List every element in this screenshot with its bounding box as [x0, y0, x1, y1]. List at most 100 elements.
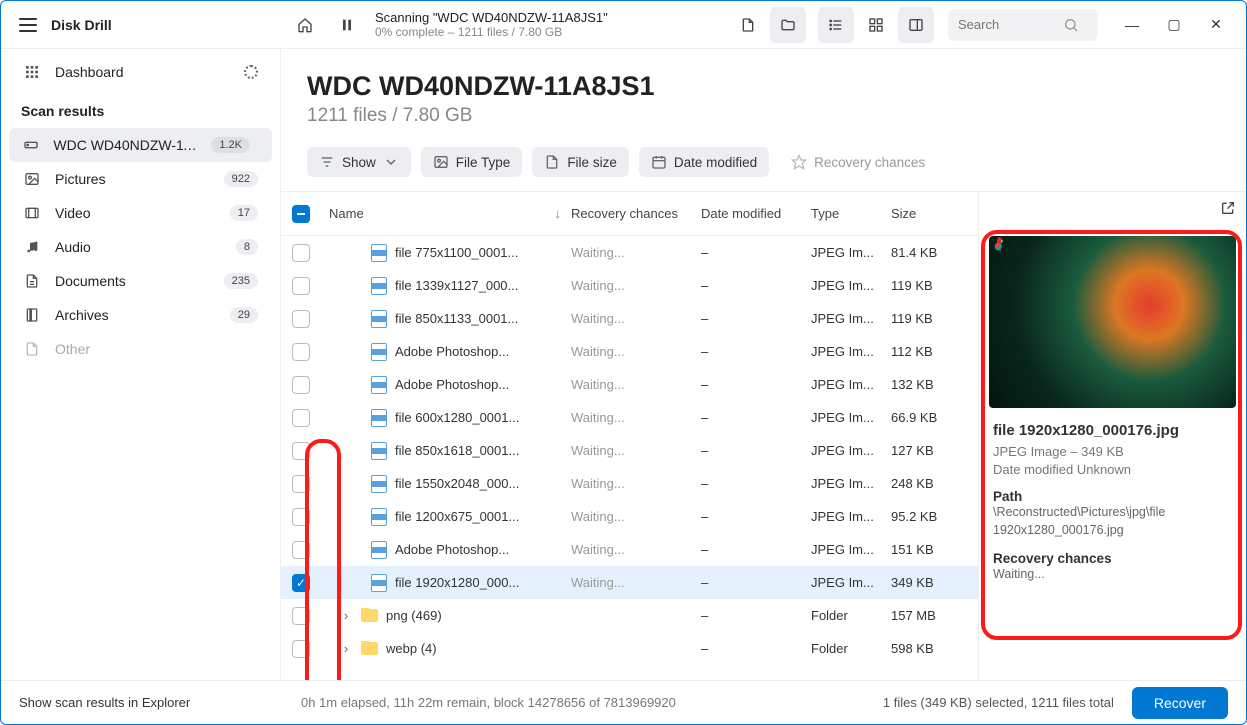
heading: WDC WD40NDZW-11A8JS1 1211 files / 7.80 G… — [281, 49, 1246, 139]
cell-size: 66.9 KB — [891, 410, 971, 425]
show-filter[interactable]: Show — [307, 147, 411, 177]
sidebar-item-pictures[interactable]: Pictures922 — [1, 162, 280, 196]
pause-button[interactable] — [329, 7, 365, 43]
table-row[interactable]: Adobe Photoshop...Waiting...–JPEG Im...1… — [281, 533, 978, 566]
sidebar-item-documents[interactable]: Documents235 — [1, 264, 280, 298]
table-row[interactable]: file 775x1100_0001...Waiting...–JPEG Im.… — [281, 236, 978, 269]
home-button[interactable] — [287, 7, 323, 43]
file-name: file 600x1280_0001... — [395, 410, 519, 425]
table-row[interactable]: file 1200x675_0001...Waiting...–JPEG Im.… — [281, 500, 978, 533]
row-checkbox[interactable] — [292, 409, 310, 427]
col-size-header[interactable]: Size — [891, 206, 971, 221]
sidebar-item-audio[interactable]: Audio8 — [1, 230, 280, 264]
recover-button[interactable]: Recover — [1132, 687, 1228, 719]
sort-icon[interactable]: ↓ — [555, 206, 562, 221]
maximize-button[interactable]: ▢ — [1154, 9, 1194, 41]
preview-modified: Date modified Unknown — [993, 462, 1232, 477]
minimize-button[interactable]: — — [1112, 9, 1152, 41]
file-icon — [371, 310, 387, 328]
table-row[interactable]: file 600x1280_0001...Waiting...–JPEG Im.… — [281, 401, 978, 434]
expand-icon[interactable]: › — [339, 608, 353, 623]
cell-size: 151 KB — [891, 542, 971, 557]
table-row[interactable]: ›png (469)–Folder157 MB — [281, 599, 978, 632]
search-box[interactable] — [948, 9, 1098, 41]
row-checkbox[interactable] — [292, 508, 310, 526]
col-name-header[interactable]: Name — [329, 206, 364, 221]
row-checkbox[interactable] — [292, 607, 310, 625]
sidebar-icon — [23, 137, 39, 153]
grid-view-icon[interactable] — [858, 7, 894, 43]
select-all-checkbox[interactable] — [292, 205, 310, 223]
sidebar-item-archives[interactable]: Archives29 — [1, 298, 280, 332]
folder-view-icon[interactable] — [770, 7, 806, 43]
sidebar-item-other[interactable]: Other — [1, 332, 280, 366]
table-row[interactable]: file 850x1618_0001...Waiting...–JPEG Im.… — [281, 434, 978, 467]
row-checkbox[interactable] — [292, 244, 310, 262]
sidebar-icon — [23, 273, 41, 289]
dashboard-icon — [23, 64, 41, 80]
cell-date: – — [701, 542, 811, 557]
filter-icon — [319, 154, 335, 170]
sidebar-badge: 17 — [230, 205, 258, 221]
table-row[interactable]: Adobe Photoshop...Waiting...–JPEG Im...1… — [281, 368, 978, 401]
list-view-icon[interactable] — [818, 7, 854, 43]
row-checkbox[interactable]: ✓ — [292, 574, 310, 592]
cell-date: – — [701, 377, 811, 392]
new-file-icon[interactable] — [730, 7, 766, 43]
open-external-icon[interactable] — [1220, 200, 1236, 221]
table-row[interactable]: ›webp (4)–Folder598 KB — [281, 632, 978, 665]
footer-selection: 1 files (349 KB) selected, 1211 files to… — [883, 695, 1114, 710]
image-icon — [433, 154, 449, 170]
table-row[interactable]: file 1339x1127_000...Waiting...–JPEG Im.… — [281, 269, 978, 302]
sidebar-item-wdc-wd-ndzw-a-[interactable]: WDC WD40NDZW-11A...1.2K — [9, 128, 272, 162]
show-in-explorer-link[interactable]: Show scan results in Explorer — [19, 695, 190, 710]
table-row[interactable]: Adobe Photoshop...Waiting...–JPEG Im...1… — [281, 335, 978, 368]
file-list[interactable]: Name ↓ Recovery chances Date modified Typ… — [281, 192, 978, 680]
row-checkbox[interactable] — [292, 376, 310, 394]
file-icon — [371, 442, 387, 460]
row-checkbox[interactable] — [292, 310, 310, 328]
row-checkbox[interactable] — [292, 343, 310, 361]
sidebar-dashboard[interactable]: Dashboard — [1, 55, 280, 89]
cell-recovery: Waiting... — [571, 245, 701, 260]
sidebar-icon — [23, 341, 41, 357]
file-size-filter[interactable]: File size — [532, 147, 629, 177]
preview-recovery-label: Recovery chances — [993, 551, 1232, 566]
row-checkbox[interactable] — [292, 475, 310, 493]
date-modified-filter[interactable]: Date modified — [639, 147, 769, 177]
panel-view-icon[interactable] — [898, 7, 934, 43]
recovery-chances-filter[interactable]: Recovery chances — [779, 147, 937, 177]
hamburger-icon[interactable] — [19, 18, 37, 32]
file-type-filter[interactable]: File Type — [421, 147, 523, 177]
file-name: Adobe Photoshop... — [395, 542, 509, 557]
row-checkbox[interactable] — [292, 541, 310, 559]
search-input[interactable] — [958, 17, 1063, 32]
col-type-header[interactable]: Type — [811, 206, 891, 221]
close-button[interactable]: ✕ — [1196, 9, 1236, 41]
row-checkbox[interactable] — [292, 277, 310, 295]
sidebar-item-label: Pictures — [55, 171, 106, 187]
table-row[interactable]: file 850x1133_0001...Waiting...–JPEG Im.… — [281, 302, 978, 335]
cell-size: 112 KB — [891, 344, 971, 359]
folder-icon — [361, 642, 378, 655]
cell-size: 95.2 KB — [891, 509, 971, 524]
search-icon — [1063, 17, 1079, 33]
row-checkbox[interactable] — [292, 640, 310, 658]
cell-type: JPEG Im... — [811, 410, 891, 425]
sidebar-item-video[interactable]: Video17 — [1, 196, 280, 230]
sidebar-item-label: Archives — [55, 307, 109, 323]
col-date-header[interactable]: Date modified — [701, 206, 811, 221]
table-row[interactable]: file 1550x2048_000...Waiting...–JPEG Im.… — [281, 467, 978, 500]
file-icon — [544, 154, 560, 170]
folder-icon — [361, 609, 378, 622]
table-row[interactable]: ✓file 1920x1280_000...Waiting...–JPEG Im… — [281, 566, 978, 599]
col-recovery-header[interactable]: Recovery chances — [571, 206, 701, 221]
sidebar-icon — [23, 307, 41, 323]
row-checkbox[interactable] — [292, 442, 310, 460]
file-name: file 1339x1127_000... — [395, 278, 518, 293]
page-subtitle: 1211 files / 7.80 GB — [307, 105, 1220, 127]
file-name: Adobe Photoshop... — [395, 344, 509, 359]
sidebar-badge: 8 — [236, 239, 258, 255]
file-icon — [371, 244, 387, 262]
expand-icon[interactable]: › — [339, 641, 353, 656]
